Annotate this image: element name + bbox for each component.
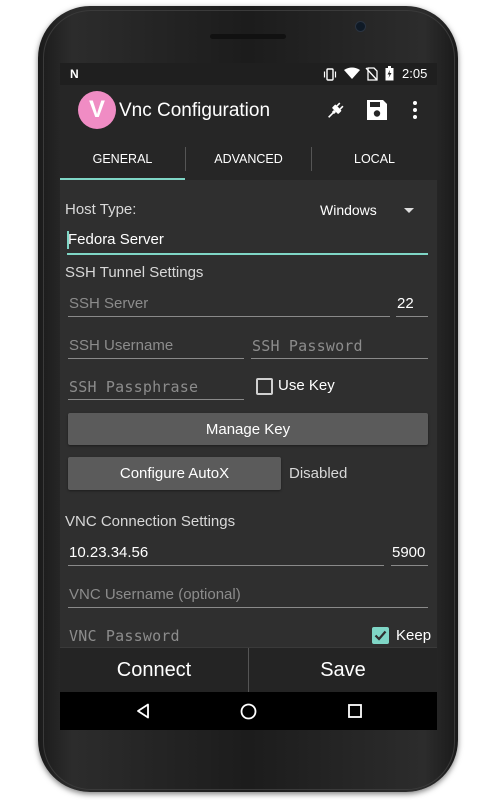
back-icon[interactable] [136, 703, 150, 719]
use-key-label: Use Key [278, 377, 335, 394]
nickname-underline [67, 253, 428, 255]
ssh-passphrase-input[interactable]: SSH Passphrase [68, 371, 244, 401]
keep-label: Keep [396, 627, 432, 644]
ssh-port-input[interactable]: 22 [396, 288, 428, 318]
vnc-address-input[interactable]: 10.23.34.56 [68, 537, 384, 567]
tab-advanced[interactable]: ADVANCED [186, 138, 311, 180]
dropdown-arrow-icon [404, 208, 414, 213]
earpiece-speaker [210, 34, 286, 39]
tab-local[interactable]: LOCAL [312, 138, 437, 180]
tab-general[interactable]: GENERAL [60, 138, 185, 180]
ssh-server-underline [68, 316, 390, 317]
keep-checkbox[interactable]: Keep [371, 625, 437, 647]
save-icon[interactable] [366, 99, 388, 121]
ssh-passphrase-placeholder: SSH Passphrase [69, 378, 199, 396]
status-bar: N 2:05 [60, 63, 437, 85]
general-settings-form: Host Type: Windows Fedora Server SSH Tun… [60, 180, 437, 648]
save-label: Save [320, 659, 366, 681]
app-logo: V [78, 91, 116, 129]
vnc-port-value: 5900 [392, 544, 426, 561]
nickname-value: Fedora Server [68, 231, 164, 248]
ssh-server-placeholder: SSH Server [69, 295, 149, 312]
vnc-port-input[interactable]: 5900 [391, 537, 428, 567]
nickname-field[interactable]: Fedora Server [67, 226, 428, 256]
use-key-checkbox[interactable]: Use Key [255, 376, 335, 398]
host-type-dropdown[interactable]: Windows [315, 200, 425, 222]
vnc-address-value: 10.23.34.56 [69, 544, 149, 561]
connect-button[interactable]: Connect [60, 648, 248, 693]
vnc-address-underline [68, 565, 384, 566]
ssh-username-placeholder: SSH Username [69, 337, 174, 354]
n-notification-icon: N [70, 67, 79, 81]
app-logo-letter: V [88, 96, 105, 123]
keep-box [372, 627, 389, 644]
checkmark-icon [374, 630, 387, 641]
vnc-password-input[interactable]: VNC Password [68, 620, 368, 650]
bottom-action-bar: Connect Save [60, 647, 437, 693]
ssh-password-underline [251, 358, 428, 359]
ssh-passphrase-underline [68, 399, 244, 400]
ssh-server-input[interactable]: SSH Server [68, 288, 390, 318]
battery-icon [385, 66, 394, 81]
device-screen: N 2:05 V Vnc Configuration GENERAL ADVAN… [60, 63, 437, 730]
ssh-port-underline [396, 316, 428, 317]
ssh-port-value: 22 [397, 295, 414, 312]
vnc-section-title: VNC Connection Settings [65, 513, 236, 530]
tab-bar: GENERAL ADVANCED LOCAL [60, 138, 437, 180]
ssh-username-input[interactable]: SSH Username [68, 330, 244, 360]
vnc-password-placeholder: VNC Password [69, 627, 180, 645]
host-type-label: Host Type: [65, 201, 137, 218]
front-camera [355, 21, 366, 32]
app-bar: V Vnc Configuration [60, 85, 437, 138]
vnc-port-underline [391, 565, 428, 566]
recents-icon[interactable] [348, 704, 362, 718]
autox-status: Disabled [289, 465, 348, 482]
ssh-section-title: SSH Tunnel Settings [65, 264, 204, 281]
vibrate-icon [323, 68, 337, 81]
configure-autox-button[interactable]: Configure AutoX [68, 457, 281, 490]
vnc-username-placeholder: VNC Username (optional) [69, 586, 241, 603]
ssh-password-input[interactable]: SSH Password [251, 330, 428, 360]
home-icon[interactable] [240, 703, 257, 720]
manage-key-button[interactable]: Manage Key [68, 413, 428, 445]
no-sim-icon [365, 67, 378, 81]
ssh-password-placeholder: SSH Password [252, 337, 363, 355]
plug-icon[interactable] [323, 99, 347, 123]
vnc-username-input[interactable]: VNC Username (optional) [68, 579, 428, 609]
ssh-username-underline [68, 358, 244, 359]
overflow-menu-icon[interactable] [412, 100, 418, 120]
system-nav-bar [60, 692, 437, 730]
vnc-username-underline [68, 607, 428, 608]
wifi-icon [344, 67, 360, 79]
connect-label: Connect [116, 659, 192, 681]
status-time: 2:05 [402, 66, 428, 81]
save-button[interactable]: Save [249, 648, 437, 693]
use-key-box [256, 378, 273, 395]
page-title: Vnc Configuration [119, 100, 271, 121]
host-type-value: Windows [320, 202, 377, 218]
